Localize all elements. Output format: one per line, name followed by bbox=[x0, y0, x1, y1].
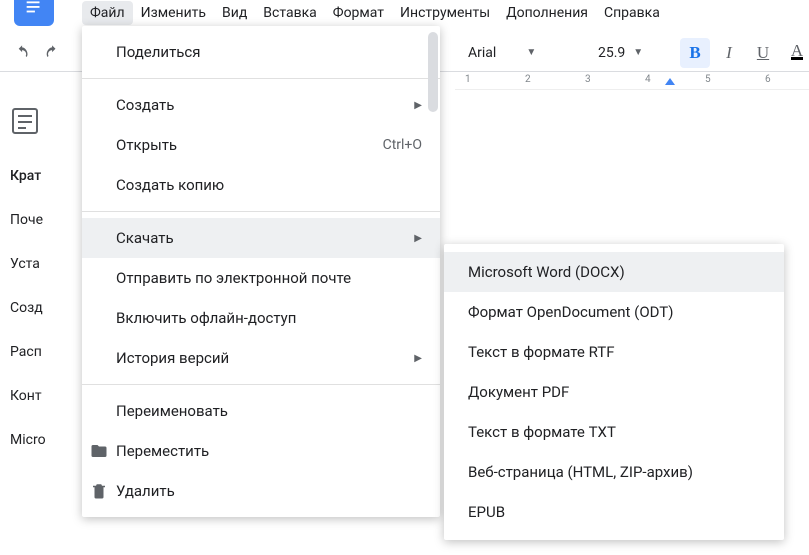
ruler-tick: 5 bbox=[705, 74, 711, 85]
ruler-tick: 4 bbox=[645, 74, 651, 85]
submenu-pdf[interactable]: Документ PDF bbox=[444, 372, 784, 412]
ruler-tick: 6 bbox=[765, 74, 771, 85]
undo-button[interactable] bbox=[8, 38, 38, 68]
menu-open[interactable]: Открыть Ctrl+O bbox=[82, 125, 440, 165]
menu-download-label: Скачать bbox=[116, 229, 174, 247]
menu-separator bbox=[82, 78, 440, 79]
outline-item[interactable]: Крат bbox=[10, 154, 70, 198]
submenu-docx[interactable]: Microsoft Word (DOCX) bbox=[444, 252, 784, 292]
underline-button[interactable]: U bbox=[748, 38, 778, 68]
outline-panel: Крат Поче Уста Созд Расп Конт Micro bbox=[0, 90, 80, 555]
outline-item[interactable]: Конт bbox=[10, 374, 70, 418]
font-size-select[interactable]: 25.9 ▼ bbox=[590, 41, 651, 65]
menu-share[interactable]: Поделиться bbox=[82, 32, 440, 72]
submenu-odt[interactable]: Формат OpenDocument (ODT) bbox=[444, 292, 784, 332]
ruler-tick: 1 bbox=[465, 74, 471, 85]
menu-separator bbox=[82, 211, 440, 212]
menu-format[interactable]: Формат bbox=[325, 1, 392, 25]
menu-offline-label: Включить офлайн-доступ bbox=[116, 309, 296, 327]
chevron-down-icon: ▼ bbox=[526, 47, 536, 58]
menu-share-label: Поделиться bbox=[116, 43, 201, 61]
menu-addons[interactable]: Дополнения bbox=[498, 1, 596, 25]
menu-rename-label: Переименовать bbox=[116, 402, 228, 420]
menu-rename[interactable]: Переименовать bbox=[82, 391, 440, 431]
menu-delete-label: Удалить bbox=[116, 482, 175, 500]
docs-logo[interactable] bbox=[14, 0, 54, 26]
menu-tools[interactable]: Инструменты bbox=[392, 1, 498, 25]
submenu-rtf[interactable]: Текст в формате RTF bbox=[444, 332, 784, 372]
submenu-html-label: Веб-страница (HTML, ZIP-архив) bbox=[468, 463, 693, 481]
outline-toggle-icon[interactable] bbox=[12, 108, 38, 134]
menu-new[interactable]: Создать ▶ bbox=[82, 85, 440, 125]
menubar: Файл Изменить Вид Вставка Формат Инструм… bbox=[0, 0, 668, 26]
ruler-tick: 3 bbox=[585, 74, 591, 85]
menu-offline[interactable]: Включить офлайн-доступ bbox=[82, 298, 440, 338]
trash-icon bbox=[90, 482, 108, 500]
ruler[interactable]: 1 2 3 4 5 6 bbox=[455, 72, 809, 90]
menu-download[interactable]: Скачать ▶ bbox=[82, 218, 440, 258]
redo-button[interactable] bbox=[38, 38, 68, 68]
docs-logo-icon bbox=[23, 0, 45, 20]
font-size-value: 25.9 bbox=[598, 45, 625, 61]
chevron-right-icon: ▶ bbox=[414, 233, 422, 244]
menu-make-copy[interactable]: Создать копию bbox=[82, 165, 440, 205]
chevron-right-icon: ▶ bbox=[414, 353, 422, 364]
menu-version-history[interactable]: История версий ▶ bbox=[82, 338, 440, 378]
menu-help[interactable]: Справка bbox=[596, 1, 668, 25]
file-menu-dropdown: Поделиться Создать ▶ Открыть Ctrl+O Созд… bbox=[82, 26, 440, 517]
folder-icon bbox=[90, 442, 108, 460]
menu-email[interactable]: Отправить по электронной почте bbox=[82, 258, 440, 298]
outline-item[interactable]: Поче bbox=[10, 198, 70, 242]
menu-move[interactable]: Переместить bbox=[82, 431, 440, 471]
text-color-button[interactable]: A bbox=[782, 38, 809, 68]
submenu-epub[interactable]: EPUB bbox=[444, 492, 784, 532]
outline-item[interactable]: Созд bbox=[10, 286, 70, 330]
submenu-odt-label: Формат OpenDocument (ODT) bbox=[468, 303, 673, 321]
submenu-epub-label: EPUB bbox=[468, 503, 505, 521]
redo-icon bbox=[44, 44, 62, 62]
menu-move-label: Переместить bbox=[116, 442, 209, 460]
menu-view[interactable]: Вид bbox=[214, 1, 255, 25]
menu-open-label: Открыть bbox=[116, 136, 177, 154]
indent-marker[interactable] bbox=[665, 78, 675, 85]
menu-file[interactable]: Файл bbox=[82, 1, 133, 25]
menu-new-label: Создать bbox=[116, 96, 174, 114]
submenu-txt-label: Текст в формате TXT bbox=[468, 423, 616, 441]
submenu-docx-label: Microsoft Word (DOCX) bbox=[468, 263, 625, 281]
menu-version-history-label: История версий bbox=[116, 349, 229, 367]
download-submenu: Microsoft Word (DOCX) Формат OpenDocumen… bbox=[444, 244, 784, 540]
menu-email-label: Отправить по электронной почте bbox=[116, 269, 351, 287]
outline-item[interactable]: Расп bbox=[10, 330, 70, 374]
undo-icon bbox=[14, 44, 32, 62]
menu-edit[interactable]: Изменить bbox=[133, 1, 214, 25]
menu-delete[interactable]: Удалить bbox=[82, 471, 440, 511]
outline-item[interactable]: Уста bbox=[10, 242, 70, 286]
menu-insert[interactable]: Вставка bbox=[255, 1, 324, 25]
chevron-right-icon: ▶ bbox=[414, 100, 422, 111]
outline-item[interactable]: Micro bbox=[10, 418, 70, 462]
menu-separator bbox=[82, 384, 440, 385]
menu-make-copy-label: Создать копию bbox=[116, 176, 224, 194]
format-group: B I U A bbox=[680, 38, 809, 68]
chevron-down-icon: ▼ bbox=[633, 47, 643, 58]
submenu-html[interactable]: Веб-страница (HTML, ZIP-архив) bbox=[444, 452, 784, 492]
font-family-value: Arial bbox=[468, 45, 496, 61]
italic-button[interactable]: I bbox=[714, 38, 744, 68]
bold-button[interactable]: B bbox=[680, 38, 710, 68]
submenu-pdf-label: Документ PDF bbox=[468, 383, 569, 401]
app-header: Файл Изменить Вид Вставка Формат Инструм… bbox=[0, 0, 809, 26]
submenu-txt[interactable]: Текст в формате TXT bbox=[444, 412, 784, 452]
font-family-select[interactable]: Arial ▼ bbox=[460, 41, 544, 65]
submenu-rtf-label: Текст в формате RTF bbox=[468, 343, 614, 361]
menu-open-shortcut: Ctrl+O bbox=[383, 137, 422, 153]
ruler-tick: 2 bbox=[525, 74, 531, 85]
